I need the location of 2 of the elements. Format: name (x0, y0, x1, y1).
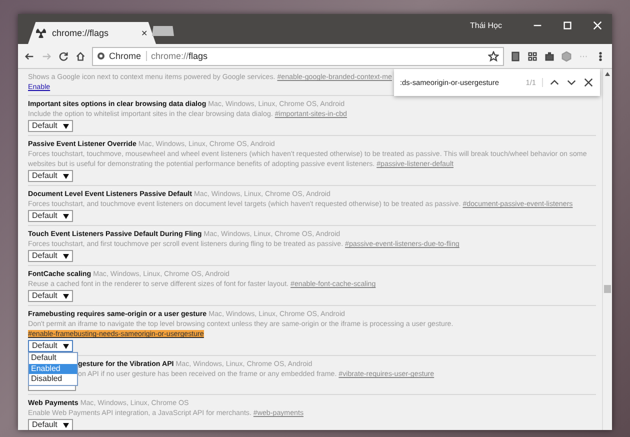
url-text: chrome://flags (151, 51, 208, 61)
site-label: Chrome (109, 51, 148, 61)
